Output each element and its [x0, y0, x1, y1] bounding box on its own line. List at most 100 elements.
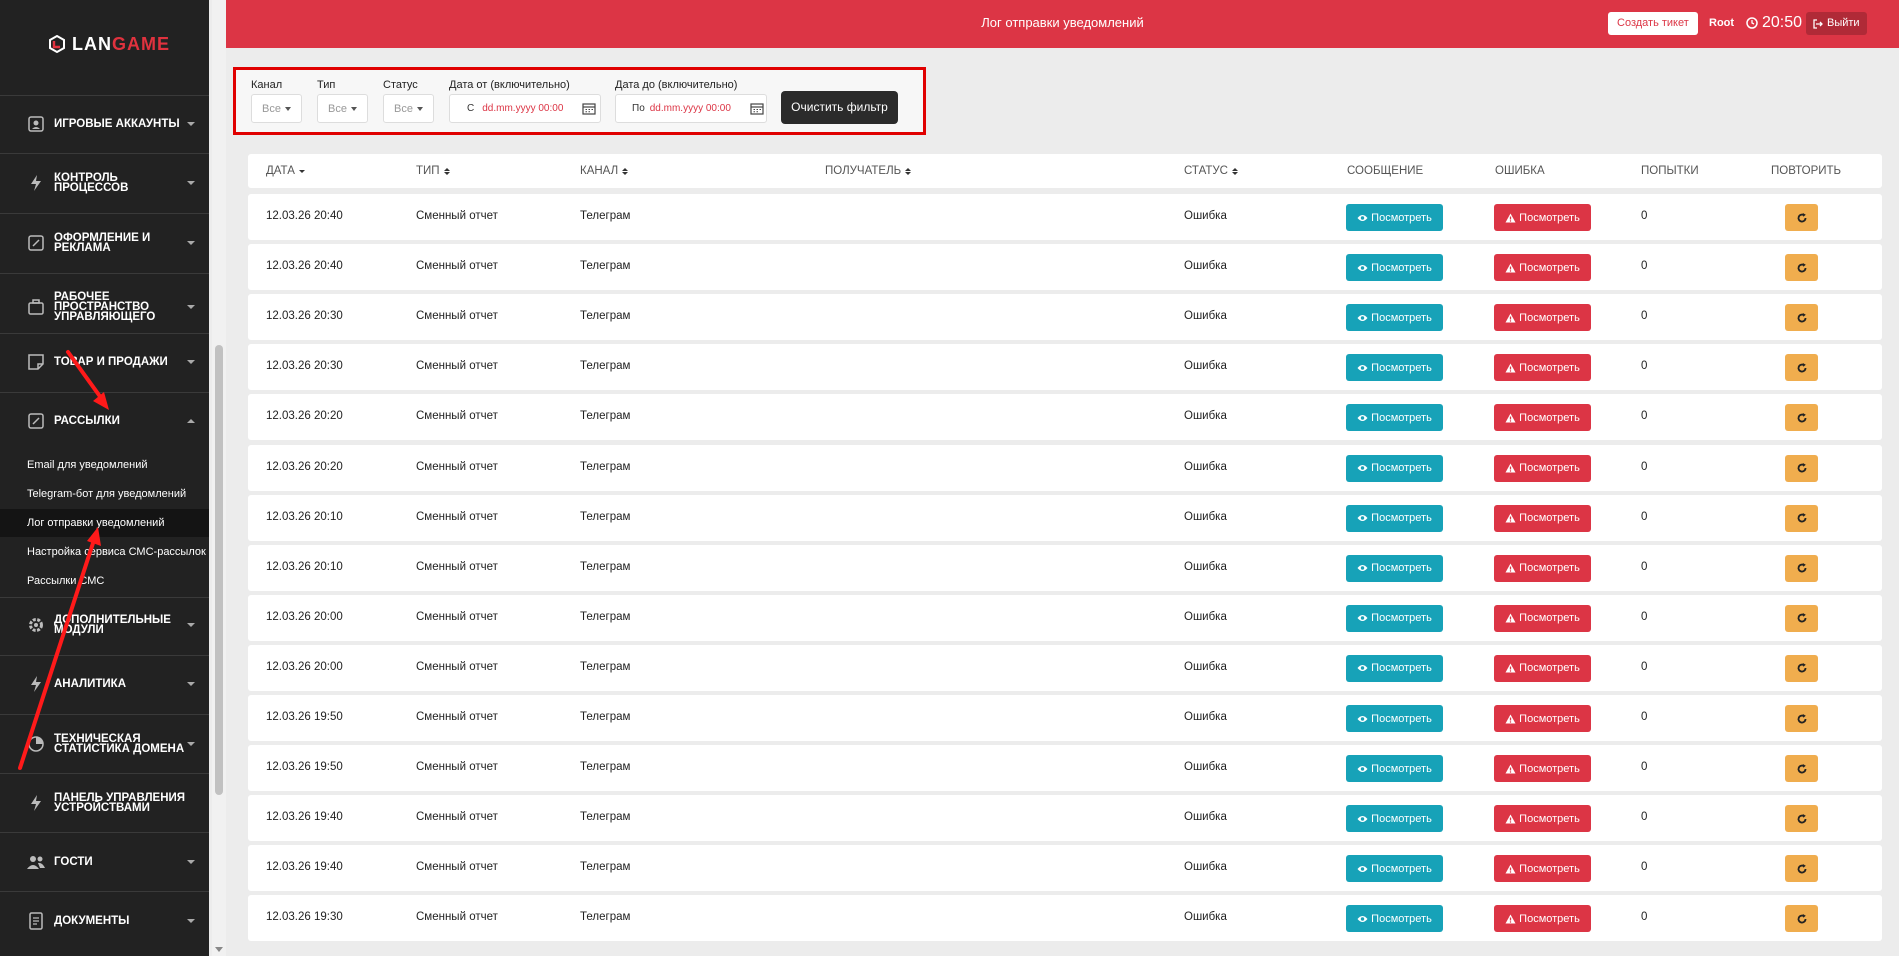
user-name[interactable]: Root [1709, 17, 1734, 29]
view-message-button[interactable]: Посмотреть [1346, 454, 1443, 482]
view-message-button[interactable]: Посмотреть [1346, 705, 1443, 732]
view-message-button[interactable]: Посмотреть [1346, 805, 1443, 833]
view-error-button[interactable]: Посмотреть [1494, 755, 1591, 783]
view-error-label: Посмотреть [1519, 712, 1580, 725]
logout-button[interactable]: Выйти [1806, 12, 1867, 35]
scroll-down-icon[interactable] [215, 947, 223, 952]
retry-button[interactable] [1785, 855, 1818, 883]
retry-button[interactable] [1785, 705, 1818, 732]
retry-button[interactable] [1785, 554, 1818, 582]
filter-date-from-input[interactable]: С dd.mm.yyyy 00:00 [449, 94, 601, 123]
sidebar-item-domain-stats[interactable]: Техническая статистика домена [0, 723, 209, 765]
view-error-button[interactable]: Посмотреть [1494, 604, 1591, 632]
view-message-button[interactable]: Посмотреть [1346, 354, 1443, 382]
view-error-button[interactable]: Посмотреть [1494, 855, 1591, 883]
briefcase-icon [26, 297, 46, 317]
filter-channel-select[interactable]: Все [251, 94, 302, 123]
view-message-button[interactable]: Посмотреть [1346, 604, 1443, 632]
retry-button[interactable] [1785, 254, 1818, 282]
retry-button[interactable] [1785, 454, 1818, 482]
cell-channel: Телеграм [580, 360, 631, 373]
sidebar-subitem-sms-settings[interactable]: Настройка сервиса СМС-рассылок [0, 538, 209, 566]
cell-channel: Телеграм [580, 610, 631, 623]
cell-date: 12.03.26 20:00 [266, 660, 343, 673]
sidebar-item-design-ads[interactable]: Оформление и реклама [0, 222, 209, 264]
filter-status-select[interactable]: Все [383, 94, 434, 123]
view-error-button[interactable]: Посмотреть [1494, 905, 1591, 933]
view-message-button[interactable]: Посмотреть [1346, 504, 1443, 532]
scrollbar-thumb[interactable] [215, 345, 223, 795]
filter-type-select[interactable]: Все [317, 94, 368, 123]
calendar-icon[interactable] [582, 102, 596, 115]
view-message-button[interactable]: Посмотреть [1346, 404, 1443, 432]
view-error-button[interactable]: Посмотреть [1494, 705, 1591, 732]
cell-channel: Телеграм [580, 310, 631, 323]
sidebar-item-device-panel[interactable]: Панель управления устройствами [0, 782, 209, 824]
retry-button[interactable] [1785, 304, 1818, 332]
sidebar-item-extra-modules[interactable]: Дополнительные модули [0, 604, 209, 646]
clear-filter-button[interactable]: Очистить фильтр [781, 91, 898, 124]
column-header-status[interactable]: Статус [1184, 165, 1238, 177]
column-header-channel[interactable]: Канал [580, 165, 629, 177]
view-message-button[interactable]: Посмотреть [1346, 204, 1443, 231]
sidebar-subitem-sms-mailings[interactable]: Рассылки СМС [0, 567, 209, 595]
sidebar-item-goods-sales[interactable]: Товар и продажи [0, 342, 209, 382]
eye-icon [1357, 715, 1368, 722]
sort-icon [443, 167, 450, 175]
table-row: 12.03.26 19:30 Сменный отчет Телеграм Ошибк… [248, 895, 1882, 942]
view-message-button[interactable]: Посмотреть [1346, 755, 1443, 783]
retry-button[interactable] [1785, 654, 1818, 682]
column-header-date[interactable]: Дата [266, 165, 305, 177]
view-message-button[interactable]: Посмотреть [1346, 855, 1443, 883]
retry-button[interactable] [1785, 404, 1818, 432]
sidebar-item-game-accounts[interactable]: Игровые аккаунты [0, 104, 209, 144]
create-ticket-button[interactable]: Создать тикет [1608, 12, 1698, 35]
view-error-button[interactable]: Посмотреть [1494, 654, 1591, 682]
view-message-button[interactable]: Посмотреть [1346, 654, 1443, 682]
view-error-button[interactable]: Посмотреть [1494, 454, 1591, 482]
view-error-label: Посмотреть [1519, 361, 1580, 374]
sidebar-item-manager-workspace[interactable]: Рабочее пространство управляющего [0, 282, 209, 332]
view-error-button[interactable]: Посмотреть [1494, 404, 1591, 432]
table-row: 12.03.26 19:40 Сменный отчет Телеграм Ошибк… [248, 845, 1882, 892]
retry-button[interactable] [1785, 204, 1818, 231]
sidebar-item-analytics[interactable]: Аналитика [0, 664, 209, 704]
retry-button[interactable] [1785, 905, 1818, 933]
cell-attempts: 0 [1641, 861, 1648, 874]
sidebar-item-process-control[interactable]: Контроль процессов [0, 163, 209, 203]
view-error-button[interactable]: Посмотреть [1494, 354, 1591, 382]
sidebar-subitem-telegram-bot[interactable]: Telegram-бот для уведомлений [0, 480, 209, 508]
view-message-button[interactable]: Посмотреть [1346, 554, 1443, 582]
sidebar-scrollbar[interactable] [212, 0, 226, 956]
sidebar-item-documents[interactable]: Документы [0, 901, 209, 941]
sidebar-subitem-email[interactable]: Email для уведомлений [0, 451, 209, 479]
column-header-type[interactable]: Тип [416, 165, 450, 177]
retry-button[interactable] [1785, 604, 1818, 632]
logo[interactable]: LANGAME [48, 32, 170, 56]
view-error-button[interactable]: Посмотреть [1494, 504, 1591, 532]
view-error-button[interactable]: Посмотреть [1494, 304, 1591, 332]
view-message-button[interactable]: Посмотреть [1346, 304, 1443, 332]
redo-icon [1797, 763, 1806, 774]
retry-button[interactable] [1785, 805, 1818, 833]
retry-button[interactable] [1785, 354, 1818, 382]
redo-icon [1797, 663, 1806, 673]
view-error-button[interactable]: Посмотреть [1494, 254, 1591, 282]
date-from-prefix: С [467, 103, 475, 114]
column-header-recipient[interactable]: Получатель [825, 165, 912, 177]
view-message-button[interactable]: Посмотреть [1346, 254, 1443, 282]
retry-button[interactable] [1785, 504, 1818, 532]
filter-date-to-input[interactable]: По dd.mm.yyyy 00:00 [615, 94, 767, 123]
logo-text: LANGAME [72, 34, 170, 55]
view-error-button[interactable]: Посмотреть [1494, 805, 1591, 833]
sidebar-item-mailings[interactable]: Рассылки [0, 401, 209, 441]
view-message-button[interactable]: Посмотреть [1346, 905, 1443, 933]
view-error-button[interactable]: Посмотреть [1494, 554, 1591, 582]
view-error-button[interactable]: Посмотреть [1494, 204, 1591, 231]
cell-status: Ошибка [1184, 260, 1227, 273]
sidebar-subitem-notification-log[interactable]: Лог отправки уведомлений [0, 509, 209, 537]
cell-attempts: 0 [1641, 711, 1648, 723]
sidebar-item-guests[interactable]: Гости [0, 842, 209, 882]
retry-button[interactable] [1785, 755, 1818, 783]
calendar-icon[interactable] [750, 102, 764, 115]
